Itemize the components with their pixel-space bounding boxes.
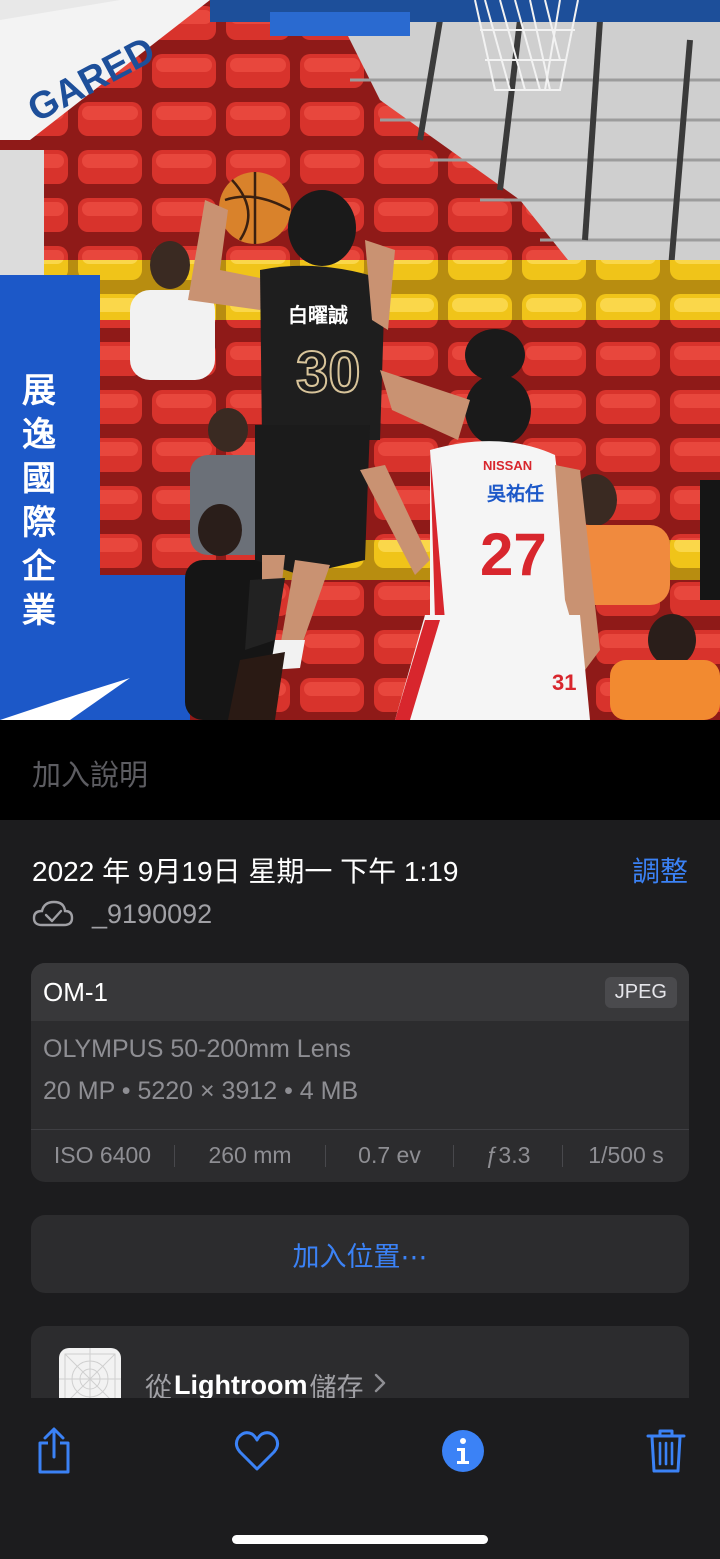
home-indicator[interactable] [232, 1535, 488, 1544]
player-white-number: 27 [480, 521, 547, 588]
icloud-check-icon [32, 900, 74, 927]
share-button[interactable] [30, 1426, 78, 1476]
share-icon [38, 1427, 70, 1474]
svg-text:展: 展 [22, 371, 56, 411]
player-dark-number: 30 [296, 340, 361, 405]
filename: _9190092 [92, 898, 213, 929]
image-specs: 20 MP • 5220 × 3912 • 4 MB [43, 1077, 359, 1105]
info-icon [442, 1430, 484, 1472]
caption-input[interactable]: 加入說明 [32, 752, 148, 794]
lightroom-app-name: Lightroom [174, 1370, 308, 1400]
camera-model: OM-1 [43, 976, 108, 1007]
svg-text:業: 業 [22, 591, 56, 631]
player-back-number: 31 [552, 670, 576, 695]
svg-text:逸: 逸 [22, 415, 56, 455]
svg-text:企: 企 [22, 547, 57, 587]
format-badge: JPEG [604, 976, 677, 1008]
lens-info: OLYMPUS 50-200mm Lens [43, 1035, 351, 1063]
player-dark-name: 白曜誠 [288, 303, 348, 327]
exif-exposure-bias: 0.7 ev [358, 1142, 421, 1168]
exif-card-header: OM-1 JPEG [31, 963, 689, 1021]
exif-card: OM-1 JPEG OLYMPUS 50-200mm Lens 20 MP • … [31, 963, 689, 1182]
adjust-date-button[interactable]: 調整 [632, 850, 688, 890]
exif-shutter: 1/500 s [588, 1142, 664, 1168]
exif-row: ISO 6400 260 mm 0.7 ev ƒ3.3 1/500 s [31, 1129, 689, 1182]
svg-text:國: 國 [22, 459, 56, 499]
favorite-button[interactable] [233, 1426, 281, 1476]
trash-icon [646, 1429, 686, 1473]
basketball-photo: GARED 展逸國 際企業 白曜誠 30 NISSAN 吳祐任 27 31 [0, 0, 720, 720]
exif-focal-length: 260 mm [208, 1142, 292, 1168]
file-row: _9190092 [32, 896, 212, 932]
svg-text:際: 際 [22, 503, 56, 543]
exif-iso: ISO 6400 [53, 1142, 152, 1168]
heart-icon [234, 1431, 280, 1471]
player-white-sponsor: NISSAN [483, 458, 532, 473]
add-location-button[interactable]: 加入位置⋯ [31, 1215, 689, 1293]
photo-date: 2022 年 9月19日 星期一 下午 1:19 [32, 856, 459, 887]
chevron-right-icon [373, 1370, 387, 1401]
exif-aperture: ƒ3.3 [485, 1142, 531, 1168]
delete-button[interactable] [642, 1426, 690, 1476]
player-white-name: 吳祐任 [487, 482, 544, 505]
add-location-label: 加入位置⋯ [292, 1241, 428, 1272]
info-button[interactable] [439, 1426, 487, 1476]
photo-view[interactable]: GARED 展逸國 際企業 白曜誠 30 NISSAN 吳祐任 27 31 [0, 0, 720, 720]
